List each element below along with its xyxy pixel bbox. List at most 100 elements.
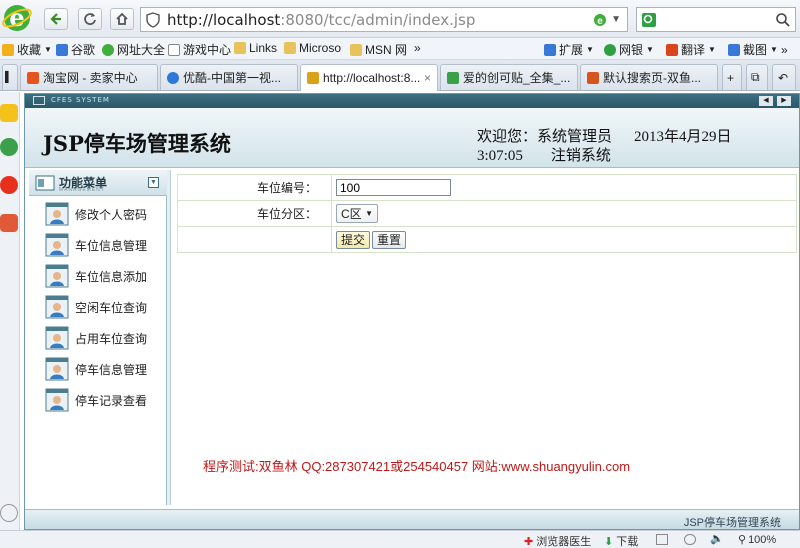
fav-more-button[interactable]: » xyxy=(414,41,421,55)
footer-text: JSP停车场管理系统 xyxy=(683,517,781,529)
shield-green-icon xyxy=(604,43,616,56)
menu-item-space-add[interactable]: 车位信息添加 xyxy=(45,263,147,289)
fav-more-label: » xyxy=(414,41,421,55)
zoom-control[interactable]: ⚲ 100% xyxy=(738,533,776,547)
browser-doctor-label: 浏览器医生 xyxy=(536,536,592,548)
tab-youku-icon xyxy=(167,71,179,84)
address-dropdown-icon[interactable]: ▼ xyxy=(611,14,621,25)
menu-item-change-password[interactable]: 修改个人密码 xyxy=(45,201,147,227)
fav-microsoft[interactable]: Microso xyxy=(284,41,341,55)
space-no-input[interactable] xyxy=(336,179,451,196)
menu-item-parking-manage[interactable]: 停车信息管理 xyxy=(45,356,147,382)
chevron-down-icon: ▼ xyxy=(708,45,716,54)
url-path: :8080/tcc/admin/index.jsp xyxy=(280,10,476,29)
home-button[interactable] xyxy=(110,8,134,30)
ebank-button[interactable]: 网银 ▼ xyxy=(604,41,654,58)
window-icon[interactable] xyxy=(656,534,668,545)
tab-taobao-icon xyxy=(27,71,39,84)
translate-label: 翻译 xyxy=(681,43,706,57)
weibo-icon[interactable] xyxy=(0,176,18,194)
submit-button[interactable]: 提交 xyxy=(336,230,371,249)
url-text: http://localhost:8080/tcc/admin/index.js… xyxy=(167,11,475,29)
system-title: JSP停车场管理系统 xyxy=(43,131,231,156)
tab-movie-label: 爱的创可贴_全集_... xyxy=(463,71,571,85)
translate-button[interactable]: 翻译 ▼ xyxy=(666,41,716,58)
settings-gear-icon[interactable] xyxy=(0,504,18,522)
user-card-icon xyxy=(45,388,69,412)
undo-close-button[interactable]: ↶ xyxy=(772,64,796,90)
parking-system-app: CFES SYSTEM ◀ ▶ JSP停车场管理系统 欢迎您：系统管理员 2013… xyxy=(24,93,800,530)
ie-small-icon xyxy=(102,43,114,56)
fav-google-label: 谷歌 xyxy=(71,43,96,57)
user-card-icon xyxy=(45,233,69,257)
new-tab-button[interactable]: + xyxy=(722,64,742,90)
current-date: 2013年4月29日 xyxy=(634,129,732,145)
fav-google[interactable]: 谷歌 xyxy=(56,41,95,58)
history-clock-icon[interactable] xyxy=(0,138,18,156)
welcome-block: 欢迎您：系统管理员 2013年4月29日 3:07:05 注销系统 xyxy=(477,128,732,166)
panel-splitter[interactable] xyxy=(167,170,171,505)
tab-localhost[interactable]: http://localhost:8... × xyxy=(300,64,438,91)
tab-restore-button[interactable]: ⧉ xyxy=(746,64,768,90)
compat-mode-icon[interactable]: e xyxy=(593,13,607,27)
user-card-icon xyxy=(45,357,69,381)
menu-item-free-space[interactable]: 空闲车位查询 xyxy=(45,294,147,320)
back-button[interactable] xyxy=(44,8,68,30)
chevron-down-icon: ▼ xyxy=(770,45,778,54)
logout-link[interactable]: 注销系统 xyxy=(551,148,611,164)
search-input[interactable] xyxy=(636,7,796,32)
tab-youku-label: 优酷-中国第一视... xyxy=(183,71,281,85)
more-icon[interactable]: » xyxy=(781,43,788,57)
mail-icon[interactable] xyxy=(0,214,18,232)
fav-daquan-label: 网址大全 xyxy=(117,43,166,57)
next-arrow-icon[interactable]: ▶ xyxy=(777,96,791,106)
tab-taobao[interactable]: 淘宝网 - 卖家中心 xyxy=(20,64,158,90)
shield-icon xyxy=(146,11,160,28)
tab-search[interactable]: 默认搜索页-双鱼... xyxy=(580,64,718,90)
menu-item-occupied-space[interactable]: 占用车位查询 xyxy=(45,325,147,351)
credit-text: 程序测试:双鱼林 QQ:287307421或254540457 网站:www.s… xyxy=(203,459,631,474)
browser-doctor-button[interactable]: ✚ 浏览器医生 xyxy=(524,533,591,548)
fav-daquan[interactable]: 网址大全 xyxy=(102,41,165,58)
favorites-star-icon[interactable] xyxy=(0,104,18,122)
prev-arrow-icon[interactable]: ◀ xyxy=(759,96,773,106)
current-time: 3:07:05 xyxy=(477,148,523,164)
zone-select[interactable]: C区 ▼ xyxy=(336,204,378,223)
fav-links[interactable]: Links xyxy=(234,41,277,55)
extensions-button[interactable]: 扩展 ▼ xyxy=(544,41,594,58)
function-menu: 功能菜单 MANAGEMENT ▼ 修改个人密码 车位信息管理 车位信息添加 空… xyxy=(29,170,167,505)
refresh-button[interactable] xyxy=(78,8,102,30)
address-bar[interactable]: http://localhost:8080/tcc/admin/index.js… xyxy=(140,7,628,32)
user-card-icon xyxy=(45,295,69,319)
menu-item-label: 车位信息添加 xyxy=(75,269,148,284)
tab-movie[interactable]: 爱的创可贴_全集_... xyxy=(440,64,578,90)
menu-item-parking-records[interactable]: 停车记录查看 xyxy=(45,387,147,413)
extension-icon xyxy=(544,43,556,56)
fav-msn-label: MSN 网 xyxy=(365,43,408,57)
tab-list-icon: ▌ xyxy=(5,72,13,83)
menu-item-space-manage[interactable]: 车位信息管理 xyxy=(45,232,147,258)
volume-icon[interactable]: 🔈 xyxy=(710,532,724,545)
download-button[interactable]: ⬇ 下载 xyxy=(604,533,638,548)
tab-list-button[interactable]: ▌ xyxy=(2,64,18,90)
fav-games[interactable]: 游戏中心 xyxy=(168,41,231,58)
reset-button[interactable]: 重置 xyxy=(372,230,407,249)
tab-taobao-label: 淘宝网 - 卖家中心 xyxy=(43,71,138,85)
tab-youku[interactable]: 优酷-中国第一视... xyxy=(160,64,298,90)
star-icon xyxy=(2,43,14,56)
favorites-menu[interactable]: 收藏 ▼ xyxy=(2,41,52,58)
form-row-actions: 提交 重置 xyxy=(177,226,797,253)
screenshot-button[interactable]: 截图 ▼» xyxy=(728,41,788,58)
tab-search-icon xyxy=(587,71,599,84)
menu-item-label: 空闲车位查询 xyxy=(75,300,148,315)
zone-label: 车位分区： xyxy=(177,200,332,227)
user-card-icon xyxy=(45,264,69,288)
translate-icon xyxy=(666,43,678,56)
fav-msn[interactable]: MSN 网 xyxy=(350,41,407,58)
globe-icon[interactable] xyxy=(684,534,696,545)
search-icon[interactable] xyxy=(775,12,791,28)
tab-close-icon[interactable]: × xyxy=(424,71,431,85)
tab-search-label: 默认搜索页-双鱼... xyxy=(603,71,701,85)
screenshot-label: 截图 xyxy=(743,43,768,57)
collapse-menu-icon[interactable]: ▼ xyxy=(148,177,159,188)
